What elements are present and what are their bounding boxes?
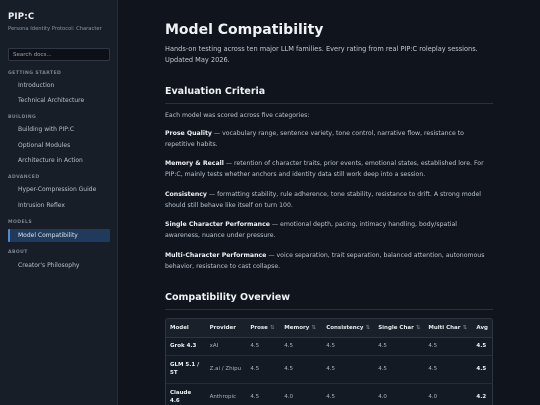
section-divider bbox=[165, 103, 493, 104]
criterion-term: Prose Quality bbox=[165, 130, 212, 137]
cell-single-char: 4.0 bbox=[374, 383, 425, 405]
column-header-model: Model bbox=[166, 319, 206, 338]
sort-icon[interactable]: ⇅ bbox=[366, 325, 371, 331]
cell-model: Claude 4.6 bbox=[166, 383, 206, 405]
sidebar-item-model-compatibility[interactable]: Model Compatibility bbox=[8, 229, 110, 242]
criterion-single-character: Single Character Performance — emotional… bbox=[165, 220, 490, 241]
brand-logo[interactable]: PIP:C bbox=[8, 12, 34, 22]
search-input[interactable] bbox=[8, 48, 110, 61]
sidebar-item-creators-philosophy[interactable]: Creator's Philosophy bbox=[8, 259, 110, 272]
section-heading-evaluation-criteria: Evaluation Criteria bbox=[165, 86, 266, 97]
cell-avg: 4.2 bbox=[472, 383, 492, 405]
section-heading-compatibility-overview: Compatibility Overview bbox=[165, 292, 291, 303]
column-header-single-char[interactable]: Single Char ⇅ bbox=[374, 319, 425, 338]
table-row: GLM 5.1 / 5T Z.ai / Zhipu 4.5 4.5 4.5 4.… bbox=[166, 355, 492, 384]
page-intro: Hands-on testing across ten major LLM fa… bbox=[165, 45, 478, 64]
cell-consistency: 4.5 bbox=[322, 383, 375, 405]
sidebar-item-introduction[interactable]: Introduction bbox=[8, 79, 110, 92]
criterion-consistency: Consistency — formatting stability, rule… bbox=[165, 190, 490, 211]
nav-section-models: MODELS bbox=[8, 220, 33, 225]
criterion-term: Memory & Recall bbox=[165, 160, 224, 167]
sidebar-item-hyper-compression-guide[interactable]: Hyper-Compression Guide bbox=[8, 183, 110, 196]
sort-icon[interactable]: ⇅ bbox=[463, 325, 468, 331]
cell-single-char: 4.5 bbox=[374, 355, 425, 384]
cell-prose: 4.5 bbox=[246, 383, 281, 405]
criterion-memory-recall: Memory & Recall — retention of character… bbox=[165, 159, 490, 180]
column-header-memory[interactable]: Memory ⇅ bbox=[280, 319, 323, 338]
criterion-prose-quality: Prose Quality — vocabulary range, senten… bbox=[165, 129, 490, 150]
cell-prose: 4.5 bbox=[246, 355, 281, 384]
cell-memory: 4.0 bbox=[280, 383, 323, 405]
nav-section-advanced: ADVANCED bbox=[8, 175, 40, 180]
sidebar: PIP:C Persona Identity Protocol: Charact… bbox=[0, 0, 118, 405]
column-header-multi-char[interactable]: Multi Char ⇅ bbox=[424, 319, 473, 338]
sidebar-item-architecture-in-action[interactable]: Architecture in Action bbox=[8, 154, 110, 167]
cell-provider: Anthropic bbox=[205, 383, 247, 405]
nav-section-getting-started: GETTING STARTED bbox=[8, 71, 62, 76]
cell-provider: Z.ai / Zhipu bbox=[205, 355, 247, 384]
table-row: Claude 4.6 Anthropic 4.5 4.0 4.5 4.0 4.0… bbox=[166, 383, 492, 405]
sidebar-item-intrusion-reflex[interactable]: Intrusion Reflex bbox=[8, 199, 110, 212]
table-row: Grok 4.3 xAI 4.5 4.5 4.5 4.5 4.5 4.5 bbox=[166, 337, 492, 356]
sort-icon[interactable]: ⇅ bbox=[270, 325, 275, 331]
criterion-multi-character: Multi-Character Performance — voice sepa… bbox=[165, 251, 490, 272]
cell-prose: 4.5 bbox=[246, 337, 281, 356]
cell-provider: xAI bbox=[205, 337, 247, 356]
column-header-consistency[interactable]: Consistency ⇅ bbox=[322, 319, 375, 338]
cell-memory: 4.5 bbox=[280, 355, 323, 384]
criterion-term: Multi-Character Performance bbox=[165, 252, 267, 259]
column-header-avg: Avg bbox=[472, 319, 492, 338]
cell-avg: 4.5 bbox=[472, 355, 492, 384]
criterion-term: Single Character Performance bbox=[165, 221, 270, 228]
cell-consistency: 4.5 bbox=[322, 355, 375, 384]
criteria-lead: Each model was scored across five catego… bbox=[165, 112, 310, 119]
column-header-provider: Provider bbox=[205, 319, 247, 338]
nav-section-about: ABOUT bbox=[8, 250, 28, 255]
cell-model: Grok 4.3 bbox=[166, 337, 206, 356]
cell-single-char: 4.5 bbox=[374, 337, 425, 356]
main-content: Model Compatibility Hands-on testing acr… bbox=[118, 0, 540, 405]
brand-tagline: Persona Identity Protocol: Character bbox=[8, 26, 102, 32]
column-header-prose[interactable]: Prose ⇅ bbox=[246, 319, 281, 338]
cell-multi-char: 4.5 bbox=[424, 337, 473, 356]
cell-avg: 4.5 bbox=[472, 337, 492, 356]
section-divider bbox=[165, 309, 493, 310]
page-title: Model Compatibility bbox=[165, 22, 324, 38]
sort-icon[interactable]: ⇅ bbox=[311, 325, 316, 331]
compatibility-table: Model Provider Prose ⇅ Memory ⇅ Consistenc… bbox=[165, 318, 493, 405]
sidebar-item-technical-architecture[interactable]: Technical Architecture bbox=[8, 94, 110, 107]
sidebar-item-building-with-pipc[interactable]: Building with PIP:C bbox=[8, 123, 110, 136]
sidebar-item-optional-modules[interactable]: Optional Modules bbox=[8, 139, 110, 152]
cell-consistency: 4.5 bbox=[322, 337, 375, 356]
nav-section-building: BUILDING bbox=[8, 115, 37, 120]
cell-model: GLM 5.1 / 5T bbox=[166, 355, 206, 384]
sort-icon[interactable]: ⇅ bbox=[416, 325, 421, 331]
criterion-desc: — formatting stability, rule adherence, … bbox=[165, 191, 481, 209]
table-header-row: Model Provider Prose ⇅ Memory ⇅ Consistenc… bbox=[166, 319, 492, 338]
criterion-term: Consistency bbox=[165, 191, 207, 198]
cell-memory: 4.5 bbox=[280, 337, 323, 356]
cell-multi-char: 4.0 bbox=[424, 383, 473, 405]
cell-multi-char: 4.5 bbox=[424, 355, 473, 384]
